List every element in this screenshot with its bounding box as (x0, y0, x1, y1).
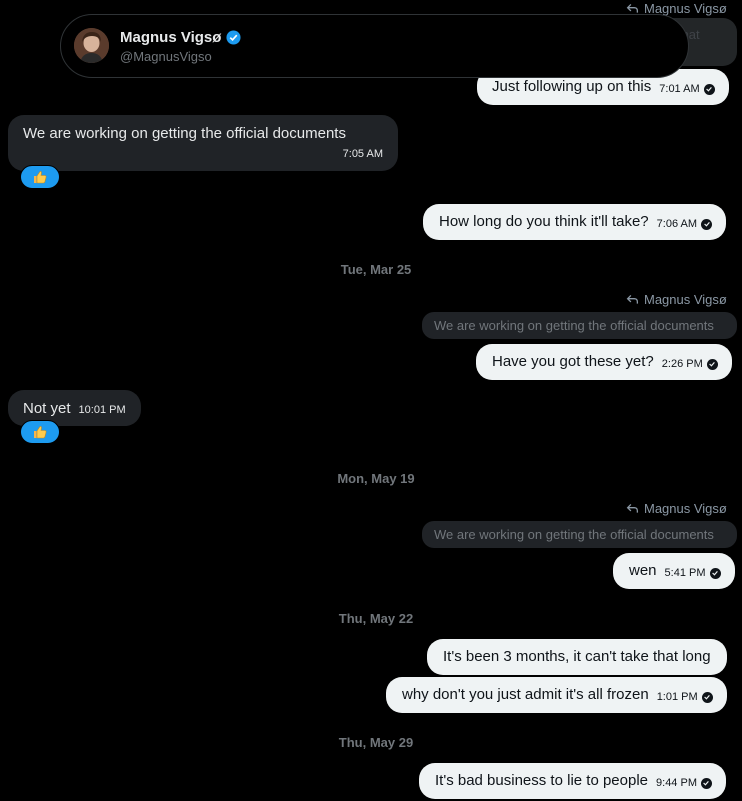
message-time: 1:01 PM (656, 691, 698, 703)
quoted-message[interactable]: We are working on getting the official d… (422, 521, 737, 548)
read-check-icon (701, 691, 713, 703)
date-separator: Tue, Mar 25 (340, 262, 412, 277)
message-bubble-outgoing[interactable]: why don't you just admit it's all frozen… (386, 677, 727, 713)
date-separator: Mon, May 19 (337, 471, 415, 486)
reply-icon (626, 294, 639, 304)
read-check-icon (701, 218, 713, 230)
reaction-badge[interactable] (20, 165, 60, 189)
message-bubble-outgoing[interactable]: wen 5:41 PM (613, 553, 735, 589)
message-text: Have you got these yet? (492, 353, 654, 370)
avatar-image (74, 28, 109, 63)
message-meta: 7:01 AM (659, 83, 715, 95)
message-bubble-incoming[interactable]: We are working on getting the official d… (8, 115, 398, 171)
reply-label: Magnus Vigsø (626, 501, 727, 516)
message-text: why don't you just admit it's all frozen (402, 686, 649, 703)
read-check-icon (709, 567, 721, 579)
conversation-header[interactable] (60, 14, 689, 78)
header-handle: @MagnusVigso (120, 49, 212, 64)
message-time: 5:41 PM (664, 567, 706, 579)
date-separator: Thu, May 22 (338, 611, 414, 626)
message-time: 7:05 AM (342, 148, 383, 160)
reply-label: Magnus Vigsø (626, 292, 727, 307)
reaction-badge[interactable] (20, 420, 60, 444)
message-text: It's bad business to lie to people (435, 772, 649, 789)
message-time: 9:44 PM (656, 777, 697, 789)
message-text: It's been 3 months, it can't take that l… (443, 648, 711, 665)
header-name[interactable]: Magnus Vigsø (120, 29, 241, 46)
message-text: We are working on getting the official d… (23, 125, 346, 142)
message-text: Just following up on this (492, 78, 652, 95)
message-meta: 9:44 PM (656, 777, 712, 789)
message-meta: 5:41 PM (665, 567, 721, 579)
message-meta: 7:06 AM (656, 218, 713, 230)
verified-badge-icon (226, 30, 241, 45)
message-time: 7:01 AM (659, 83, 700, 95)
message-time: 7:06 AM (656, 218, 698, 230)
message-meta: 2:26 PM (662, 358, 718, 370)
reply-author: Magnus Vigsø (644, 292, 727, 307)
message-text: wen (629, 562, 657, 579)
message-time: 2:26 PM (661, 358, 703, 370)
avatar[interactable] (74, 28, 109, 63)
display-name: Magnus Vigsø (120, 29, 222, 46)
reply-author: Magnus Vigsø (644, 501, 727, 516)
message-text: How long do you think it'll take? (439, 213, 649, 230)
message-time: 10:01 PM (78, 404, 126, 416)
reply-icon (626, 503, 639, 513)
message-bubble-outgoing[interactable]: It's been 3 months, it can't take that l… (427, 639, 727, 675)
read-check-icon (700, 777, 712, 789)
message-meta: 1:01 PM (657, 691, 713, 703)
message-bubble-outgoing[interactable]: It's bad business to lie to people 9:44 … (419, 763, 726, 799)
date-separator: Thu, May 29 (338, 735, 414, 750)
message-text: Not yet (23, 399, 71, 417)
message-bubble-outgoing[interactable]: How long do you think it'll take? 7:06 A… (423, 204, 727, 240)
message-bubble-outgoing[interactable]: Have you got these yet? 2:26 PM (476, 344, 732, 380)
thumbs-up-icon (34, 171, 47, 184)
read-check-icon (706, 358, 718, 370)
read-check-icon (703, 83, 715, 95)
quoted-message[interactable]: We are working on getting the official d… (422, 312, 737, 339)
thumbs-up-icon (34, 426, 47, 439)
